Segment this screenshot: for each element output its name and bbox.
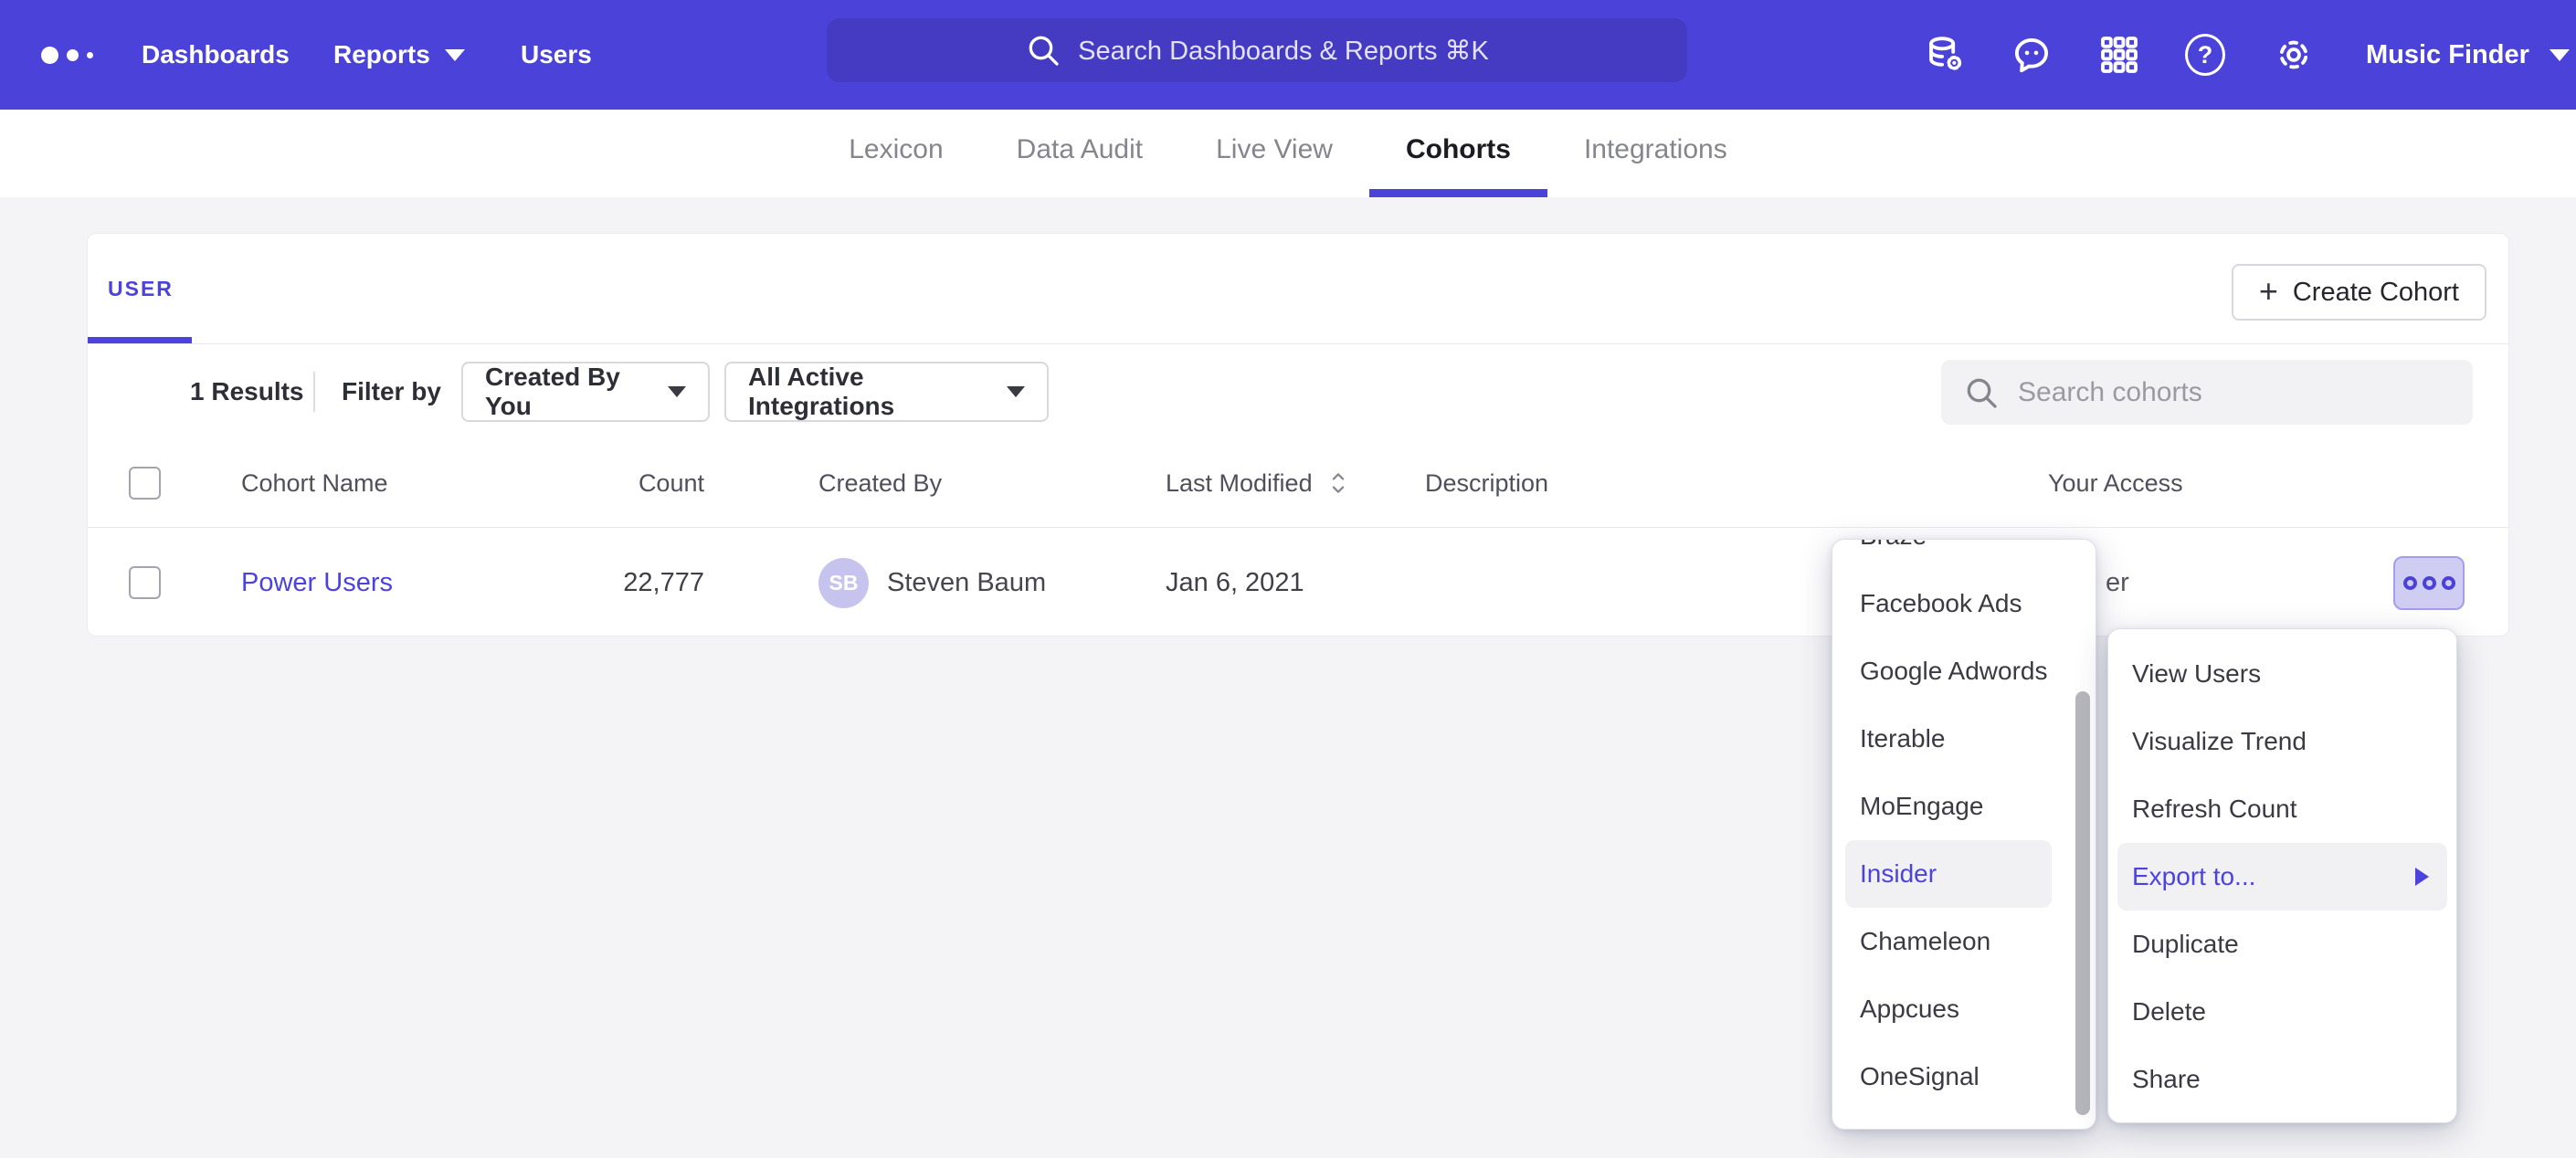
cohorts-card: USER + Create Cohort 1 Results Filter by… — [87, 233, 2509, 637]
menu-item-view-users[interactable]: View Users — [2117, 640, 2447, 708]
dot-icon — [2423, 576, 2436, 590]
create-cohort-label: Create Cohort — [2293, 278, 2459, 308]
cohorts-toolbar: 1 Results Filter by Created By You All A… — [88, 344, 2508, 439]
cohorts-page: Dashboards Reports Users Search Dashboar… — [0, 0, 2576, 1158]
menu-item-duplicate[interactable]: Duplicate — [2117, 911, 2447, 978]
menu-item-export-to[interactable]: Export to... — [2117, 843, 2447, 911]
chevron-down-icon — [2550, 49, 2570, 61]
menu-item-share[interactable]: Share — [2117, 1046, 2447, 1113]
section-tabs: Lexicon Data Audit Live View Cohorts Int… — [0, 110, 2576, 197]
search-icon — [1025, 32, 1061, 68]
last-modified-date: Jan 6, 2021 — [1166, 568, 1304, 598]
sort-icon[interactable] — [1325, 468, 1351, 499]
nav-link-label: Users — [521, 40, 592, 69]
column-header-description: Description — [1425, 469, 1548, 498]
table-row: Power Users 22,777 SB Steven Baum Jan 6,… — [88, 528, 2508, 637]
tab-integrations[interactable]: Integrations — [1547, 110, 1764, 197]
integrations-filter-dropdown[interactable]: All Active Integrations — [724, 362, 1049, 422]
plus-icon: + — [2259, 275, 2278, 308]
create-cohort-button[interactable]: + Create Cohort — [2232, 264, 2486, 321]
menu-scrollbar-thumb[interactable] — [2075, 691, 2090, 1115]
nav-link-label: Dashboards — [142, 40, 290, 69]
chevron-down-icon — [668, 386, 686, 397]
nav-link-reports[interactable]: Reports — [333, 0, 465, 110]
menu-item-delete[interactable]: Delete — [2117, 978, 2447, 1046]
cohort-search-field — [1941, 360, 2473, 425]
created-by-name: Steven Baum — [887, 568, 1046, 598]
row-actions-menu: View Users Visualize Trend Refresh Count… — [2107, 628, 2457, 1123]
tab-user-cohorts[interactable]: USER — [108, 234, 174, 343]
dropdown-value: Created By You — [485, 363, 649, 421]
help-icon[interactable]: ? — [2185, 34, 2227, 76]
mixpanel-logo-icon[interactable] — [41, 0, 93, 110]
your-access-value-partially-hidden: er — [2106, 528, 2129, 637]
dropdown-value: All Active Integrations — [748, 363, 988, 421]
global-search-bar[interactable]: Search Dashboards & Reports ⌘K — [827, 18, 1687, 82]
menu-item-braze[interactable]: Braze — [1845, 539, 2052, 570]
tab-live-view[interactable]: Live View — [1179, 110, 1369, 197]
cohort-name-link[interactable]: Power Users — [241, 568, 393, 598]
column-header-last-modified: Last Modified — [1166, 469, 1313, 498]
top-navigation-bar: Dashboards Reports Users Search Dashboar… — [0, 0, 2576, 110]
chevron-down-icon — [445, 49, 465, 61]
select-all-checkbox[interactable] — [129, 467, 161, 500]
dot-icon — [2403, 576, 2417, 590]
column-header-your-access: Your Access — [2048, 469, 2183, 498]
chevron-down-icon — [1007, 386, 1025, 397]
column-header-created-by: Created By — [818, 469, 942, 498]
menu-item-google-adwords[interactable]: Google Adwords — [1845, 637, 2052, 705]
settings-gear-icon[interactable] — [2273, 34, 2315, 76]
project-name: Music Finder — [2366, 40, 2529, 70]
dot-icon — [2442, 576, 2455, 590]
menu-item-chameleon[interactable]: Chameleon — [1845, 908, 2052, 975]
column-header-cohort-name: Cohort Name — [241, 469, 388, 498]
menu-item-moengage[interactable]: MoEngage — [1845, 773, 2052, 840]
filter-by-label: Filter by — [342, 344, 441, 439]
active-tab-underline — [88, 337, 192, 343]
menu-item-facebook-ads[interactable]: Facebook Ads — [1845, 570, 2052, 637]
cohort-search-input[interactable] — [2018, 377, 2451, 408]
global-search-placeholder: Search Dashboards & Reports ⌘K — [1078, 35, 1489, 67]
export-destinations-menu: Braze Facebook Ads Google Adwords Iterab… — [1832, 539, 2096, 1130]
cohort-type-tabs: USER + Create Cohort — [88, 234, 2508, 344]
nav-link-label: Reports — [333, 40, 430, 69]
menu-item-onesignal[interactable]: OneSignal — [1845, 1043, 2052, 1111]
menu-item-label: Export to... — [2132, 862, 2255, 890]
nav-link-users[interactable]: Users — [521, 0, 592, 110]
menu-item-visualize-trend[interactable]: Visualize Trend — [2117, 708, 2447, 775]
column-header-count: Count — [639, 469, 704, 498]
cohort-count: 22,777 — [623, 568, 704, 598]
tab-data-audit[interactable]: Data Audit — [980, 110, 1179, 197]
apps-grid-icon[interactable] — [2098, 34, 2140, 76]
row-checkbox[interactable] — [129, 566, 161, 599]
menu-item-iterable[interactable]: Iterable — [1845, 705, 2052, 773]
results-count: 1 Results — [190, 344, 304, 439]
feedback-icon[interactable] — [2011, 34, 2053, 76]
avatar: SB — [818, 558, 869, 608]
data-settings-icon[interactable] — [1924, 34, 1966, 76]
tab-lexicon[interactable]: Lexicon — [812, 110, 979, 197]
menu-item-refresh-count[interactable]: Refresh Count — [2117, 775, 2447, 843]
submenu-arrow-icon — [2415, 868, 2429, 886]
table-header-row: Cohort Name Count Created By Last Modifi… — [88, 439, 2508, 528]
nav-link-dashboards[interactable]: Dashboards — [142, 0, 290, 110]
search-icon — [1963, 374, 2000, 411]
created-by-filter-dropdown[interactable]: Created By You — [461, 362, 710, 422]
project-switcher[interactable]: Music Finder — [2366, 0, 2570, 110]
tab-cohorts[interactable]: Cohorts — [1369, 110, 1547, 197]
row-actions-more-button[interactable] — [2393, 556, 2465, 610]
menu-item-appcues[interactable]: Appcues — [1845, 975, 2052, 1043]
menu-item-insider[interactable]: Insider — [1845, 840, 2052, 908]
divider — [313, 372, 315, 412]
